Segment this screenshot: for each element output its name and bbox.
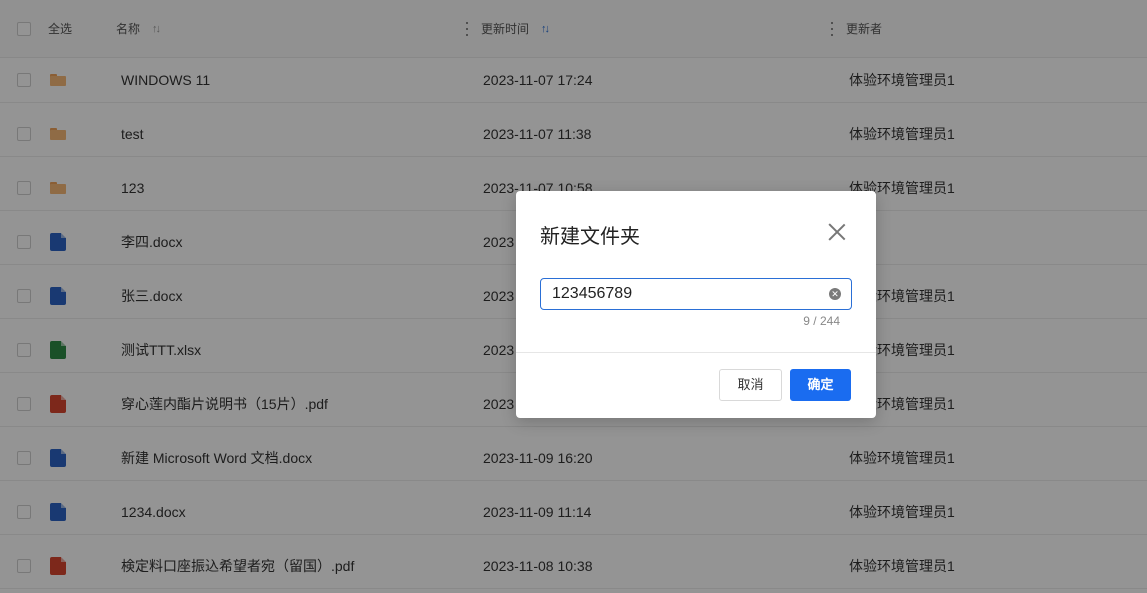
folder-name-field[interactable]: ✕ bbox=[540, 278, 852, 310]
folder-name-input[interactable] bbox=[542, 280, 822, 308]
close-icon[interactable] bbox=[826, 221, 848, 243]
clear-input-icon[interactable]: ✕ bbox=[829, 288, 841, 300]
file-list-page: 全选 名称 ↑↓ 更新时间 ↑↓ 更新者 WINDOWS 11 2023-11-0… bbox=[0, 0, 1147, 593]
char-counter: 9 / 244 bbox=[803, 314, 840, 328]
confirm-button[interactable]: 确定 bbox=[790, 369, 851, 401]
dialog-title: 新建文件夹 bbox=[540, 226, 640, 248]
new-folder-dialog: 新建文件夹 ✕ 9 / 244 取消 确定 bbox=[516, 191, 876, 418]
dialog-divider bbox=[516, 352, 876, 353]
cancel-button[interactable]: 取消 bbox=[719, 369, 782, 401]
